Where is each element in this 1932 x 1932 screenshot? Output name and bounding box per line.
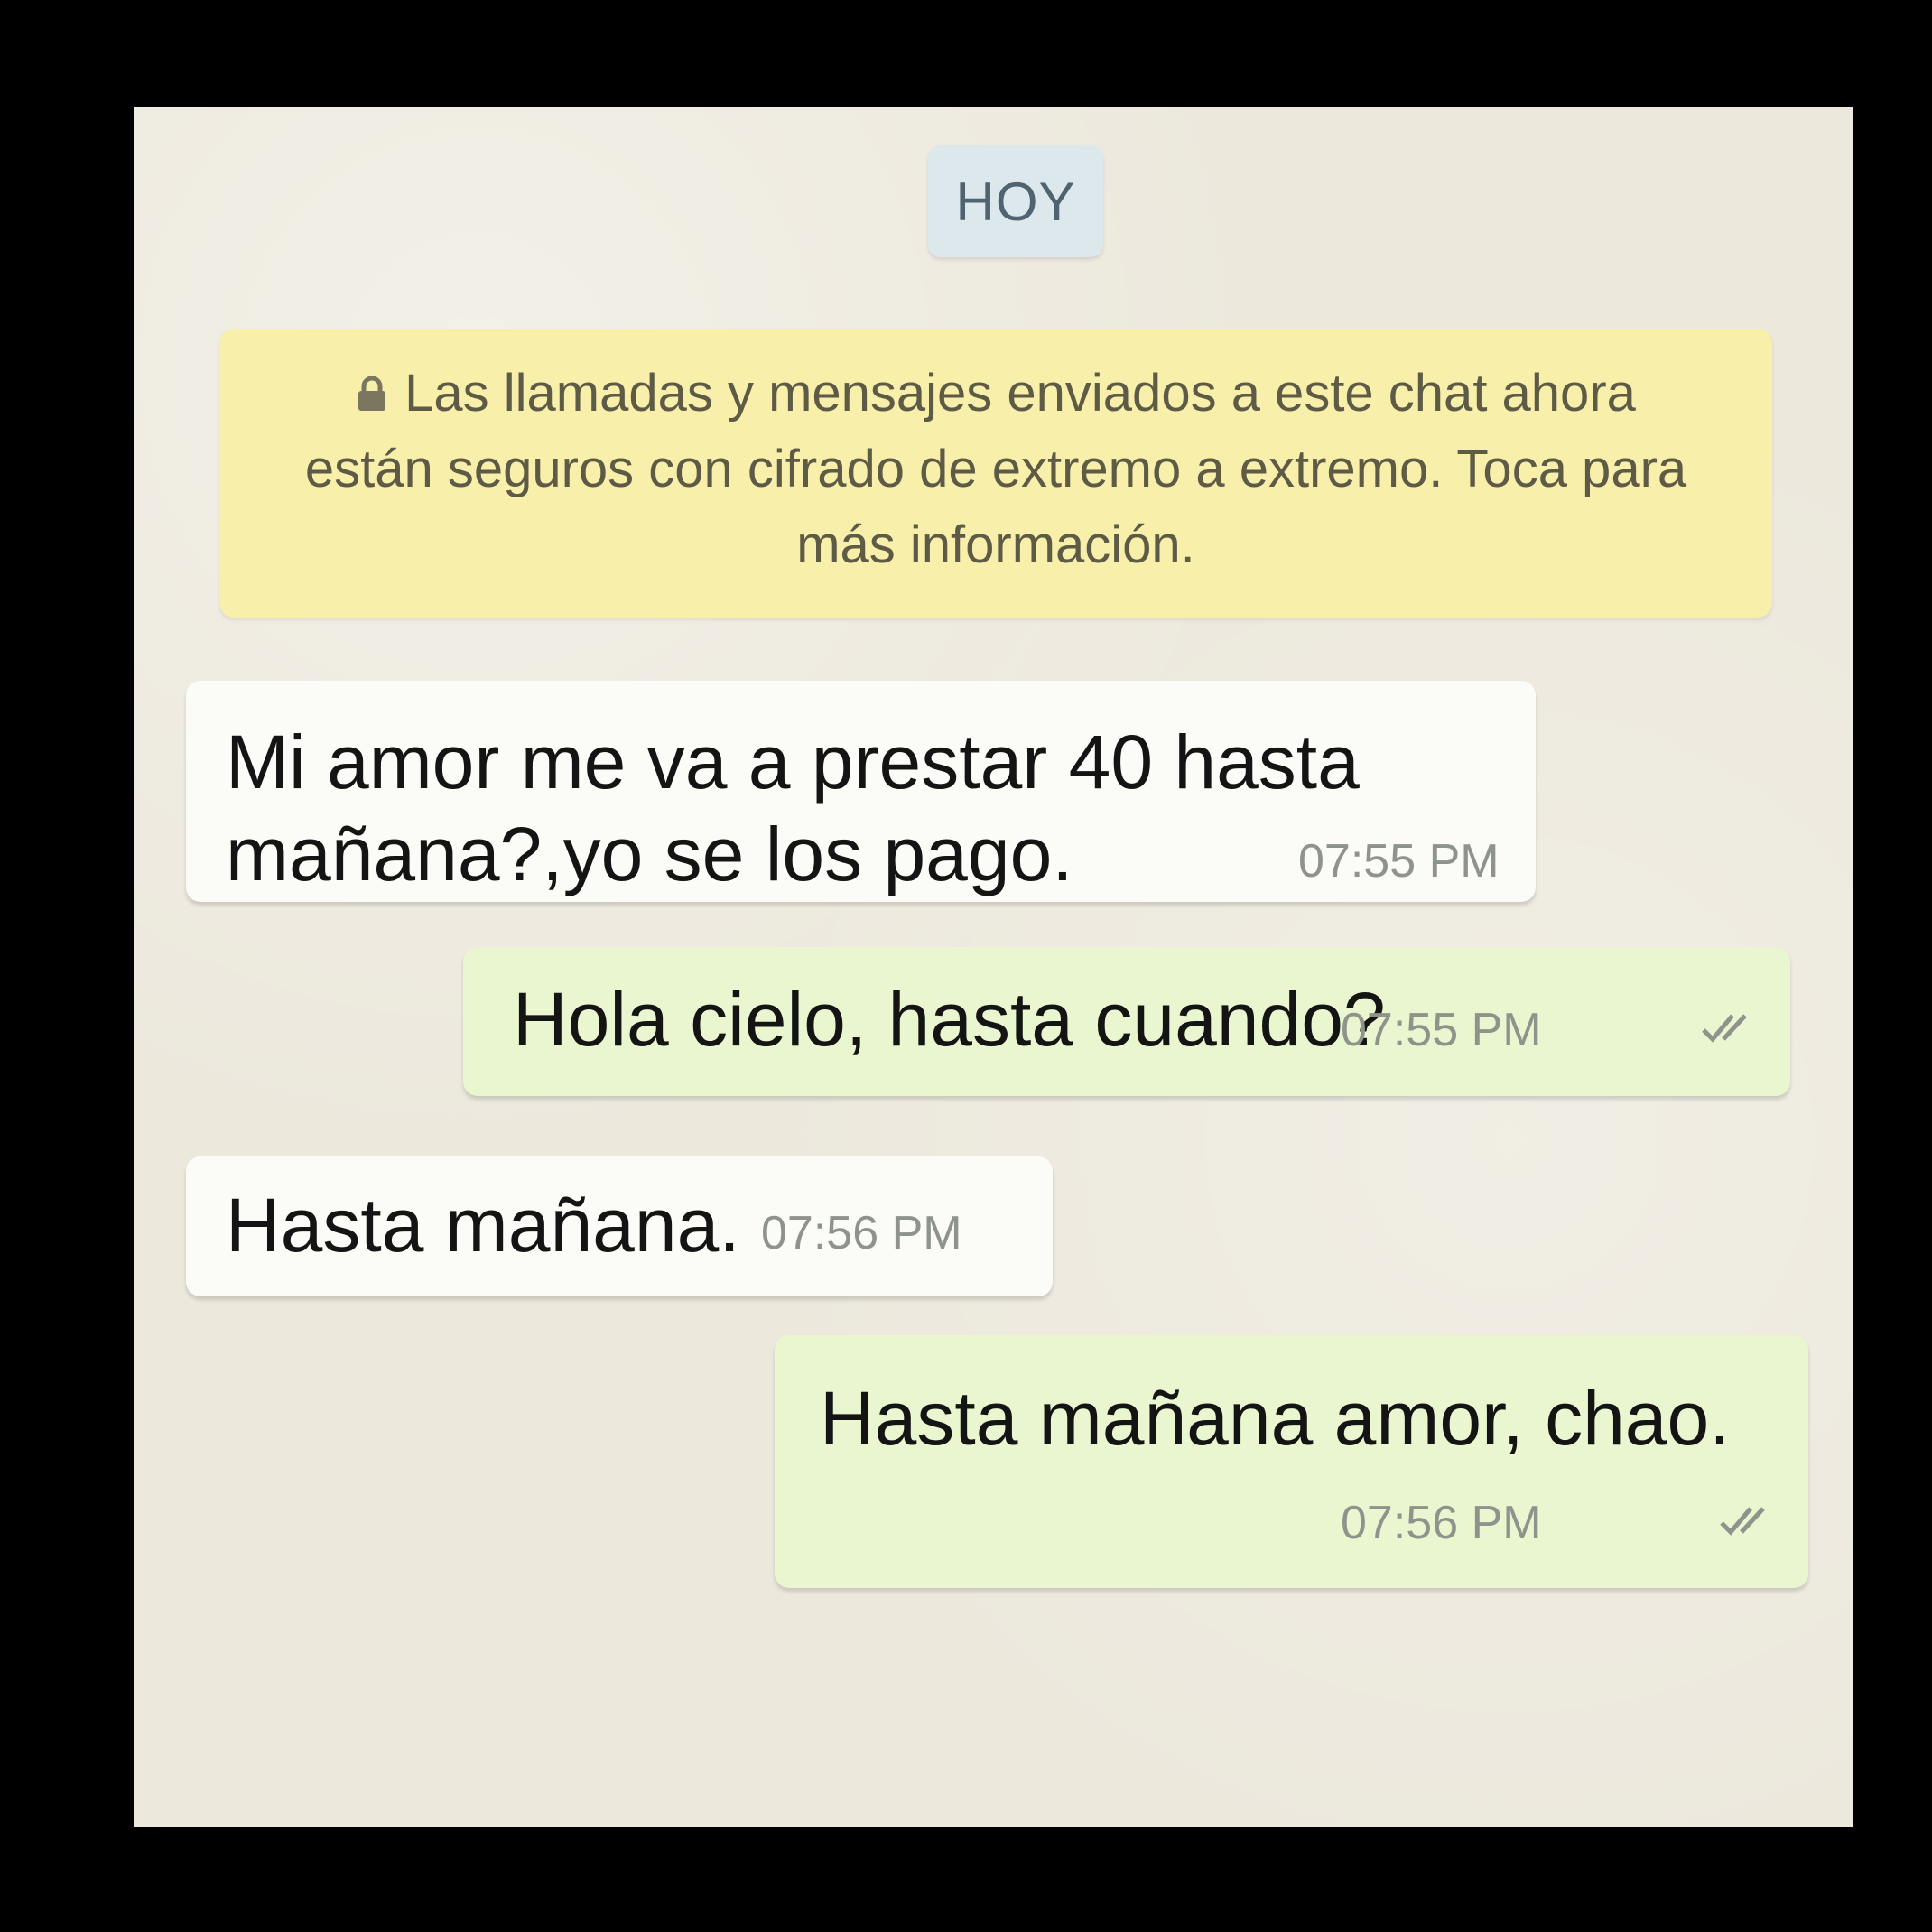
message-bubble-outgoing[interactable]: Hola cielo, hasta cuando? 07:55 PM xyxy=(463,947,1790,1096)
message-bubble-outgoing[interactable]: Hasta mañana amor, chao. 07:56 PM xyxy=(775,1335,1808,1588)
message-text: Mi amor me va a prestar 40 hasta xyxy=(226,720,1360,804)
date-label: HOY xyxy=(955,171,1076,232)
message-text: Hola cielo, hasta cuando? xyxy=(513,977,1386,1062)
date-separator: HOY xyxy=(928,145,1103,257)
lock-icon xyxy=(358,376,386,411)
message-timestamp: 07:55 PM xyxy=(1341,1004,1542,1056)
encryption-notice-text: Las llamadas y mensajes enviados a este … xyxy=(304,364,1687,574)
message-text: mañana?,yo se los pago. xyxy=(226,812,1073,896)
message-text: Hasta mañana. xyxy=(226,1183,740,1268)
message-bubble-incoming[interactable]: Hasta mañana. 07:56 PM xyxy=(186,1156,1053,1296)
double-check-icon xyxy=(1720,1507,1765,1536)
double-check-icon xyxy=(1702,1014,1747,1043)
message-bubble-incoming[interactable]: Mi amor me va a prestar 40 hasta mañana?… xyxy=(186,681,1536,902)
message-timestamp: 07:56 PM xyxy=(761,1207,962,1259)
chat-screenshot: HOY Las llamadas y mensajes enviados a e… xyxy=(134,107,1853,1827)
message-timestamp: 07:55 PM xyxy=(1298,835,1500,887)
message-text: Hasta mañana amor, chao. xyxy=(820,1376,1731,1461)
encryption-notice[interactable]: Las llamadas y mensajes enviados a este … xyxy=(219,329,1772,618)
message-timestamp: 07:56 PM xyxy=(1341,1497,1542,1549)
